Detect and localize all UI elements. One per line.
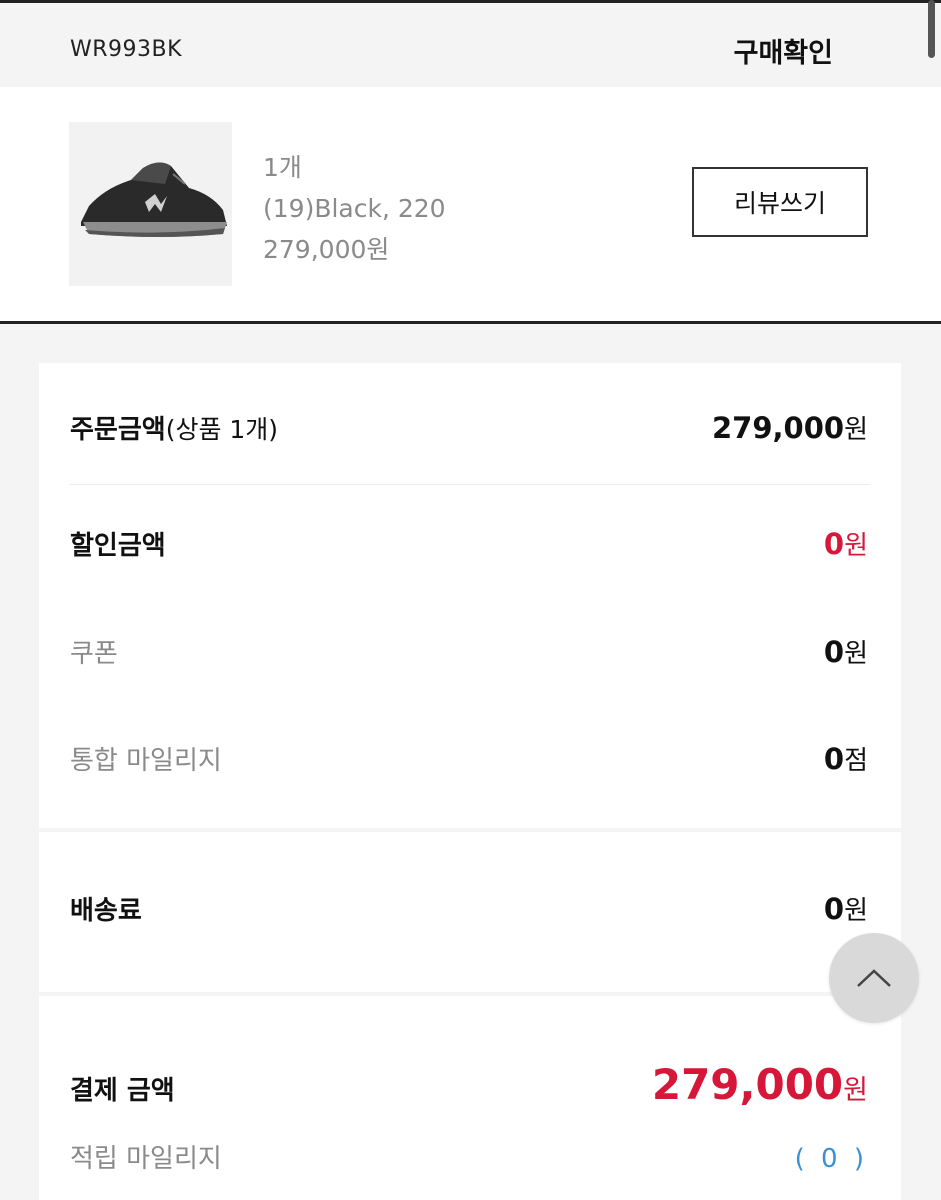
order-item-count: (상품 1개)	[165, 415, 279, 444]
coupon-label: 쿠폰	[70, 639, 118, 669]
product-thumbnail[interactable]	[69, 122, 232, 286]
coupon-row: 쿠폰 0원	[70, 633, 868, 670]
product-quantity: 1개	[263, 153, 302, 182]
earn-mileage-row: 적립 마일리지 ( 0 )	[70, 1138, 868, 1175]
product-model-code: WR993BK	[70, 37, 183, 62]
sneaker-image	[81, 162, 227, 237]
shipping-label: 배송료	[70, 896, 142, 926]
discount-label: 할인금액	[70, 531, 166, 561]
chevron-up-icon	[857, 969, 891, 987]
product-info: 1개 (19)Black, 220 279,000원	[263, 147, 446, 270]
write-review-button[interactable]: 리뷰쓰기	[692, 167, 868, 237]
scrollbar-thumb[interactable]	[928, 0, 935, 58]
section-border	[0, 321, 941, 324]
order-amount-row: 주문금액(상품 1개) 279,000원	[70, 409, 868, 446]
scroll-to-top-button[interactable]	[829, 933, 919, 1023]
order-summary-card: 주문금액(상품 1개) 279,000원 할인금액 0원 쿠폰 0원 통합 마일…	[39, 363, 901, 828]
divider	[70, 484, 870, 485]
mileage-value: 0점	[823, 742, 868, 776]
earn-mileage-value[interactable]: ( 0 )	[795, 1144, 868, 1174]
product-option: (19)Black, 220	[263, 194, 446, 223]
payment-label: 결제 금액	[70, 1076, 175, 1106]
payment-value: 279,000원	[651, 1060, 868, 1109]
coupon-value: 0원	[823, 635, 868, 669]
order-amount-label: 주문금액(상품 1개)	[70, 415, 279, 445]
product-item: 1개 (19)Black, 220 279,000원 리뷰쓰기	[0, 87, 941, 321]
order-header: WR993BK 구매확인	[0, 3, 941, 87]
shipping-card: 배송료 0원	[39, 832, 901, 992]
order-amount-value: 279,000원	[711, 411, 868, 445]
shipping-row: 배송료 0원	[70, 890, 868, 927]
payment-row: 결제 금액 279,000원	[70, 1060, 868, 1109]
purchase-confirm-button[interactable]: 구매확인	[734, 31, 833, 70]
product-price: 279,000원	[263, 235, 390, 264]
shipping-value: 0원	[823, 892, 868, 926]
discount-value: 0원	[823, 527, 868, 561]
mileage-label: 통합 마일리지	[70, 746, 222, 776]
earn-mileage-label: 적립 마일리지	[70, 1144, 222, 1174]
payment-card: 결제 금액 279,000원 적립 마일리지 ( 0 )	[39, 996, 901, 1200]
mileage-row: 통합 마일리지 0점	[70, 740, 868, 777]
discount-row: 할인금액 0원	[70, 525, 868, 562]
